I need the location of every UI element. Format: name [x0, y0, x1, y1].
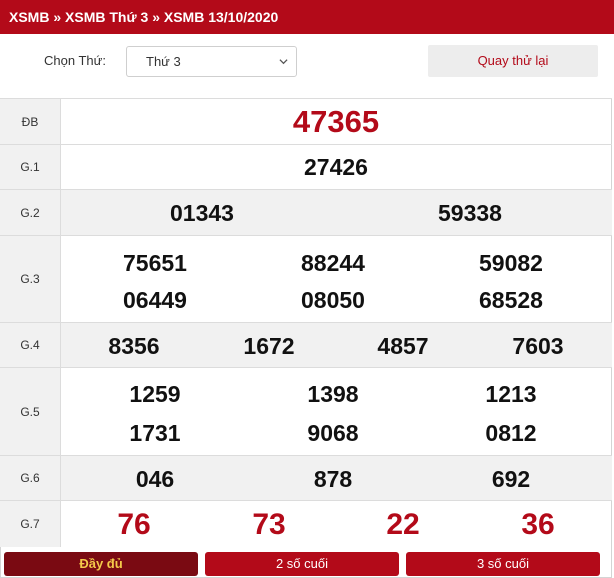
prize-number: 1213 — [485, 381, 537, 407]
prize-label: G.4 — [0, 323, 61, 367]
tab-full[interactable]: Đầy đủ — [4, 552, 198, 576]
prize-number: 73 — [252, 508, 286, 541]
prize-number: 47365 — [292, 104, 380, 139]
prize-number: 22 — [386, 508, 420, 541]
prize-number: 1398 — [307, 381, 359, 407]
breadcrumb-xsmb-thu3-link[interactable]: XSMB Thứ 3 — [65, 9, 148, 25]
tab-last-3-digits[interactable]: 3 số cuối — [406, 552, 600, 576]
prize-label: G.6 — [0, 456, 61, 500]
prize-row-g4: G.4 8356 1672 4857 7603 — [0, 323, 612, 368]
prize-number: 01343 — [170, 200, 234, 226]
prize-number: 08050 — [301, 287, 365, 313]
prize-label: G.7 — [0, 501, 61, 547]
prize-number: 68528 — [479, 287, 543, 313]
prize-number: 88244 — [301, 250, 365, 276]
breadcrumb-xsmb-link[interactable]: XSMB — [9, 9, 49, 25]
day-select-label: Chọn Thứ: — [44, 53, 106, 68]
prize-number: 06449 — [123, 287, 187, 313]
prize-number: 8356 — [108, 333, 160, 359]
chevron-down-icon — [279, 59, 288, 65]
prize-number: 0812 — [485, 420, 537, 446]
prize-number: 878 — [313, 466, 353, 492]
prize-number: 9068 — [307, 420, 359, 446]
prize-row-g2: G.2 01343 59338 — [0, 190, 612, 236]
prize-row-g7: G.7 76 73 22 36 — [0, 501, 612, 547]
prize-number: 59338 — [438, 200, 502, 226]
prize-row-g6: G.6 046 878 692 — [0, 456, 612, 501]
prize-row-g5: G.5 1259 1398 1213 1731 9068 0812 — [0, 368, 612, 456]
prize-number: 1259 — [129, 381, 181, 407]
prize-number: 27426 — [304, 154, 368, 180]
day-select-value: Thứ 3 — [146, 54, 181, 69]
prize-number: 1672 — [243, 333, 295, 359]
prize-label: G.3 — [0, 236, 61, 322]
prize-label: G.1 — [0, 145, 61, 189]
tab-last-2-digits[interactable]: 2 số cuối — [205, 552, 399, 576]
day-select[interactable]: Thứ 3 — [126, 46, 297, 77]
breadcrumb-separator: » — [53, 9, 66, 25]
prize-number: 76 — [117, 508, 151, 541]
retry-button[interactable]: Quay thử lại — [428, 45, 598, 77]
prize-number: 7603 — [512, 333, 564, 359]
breadcrumb-separator: » — [152, 9, 164, 25]
prize-label: G.5 — [0, 368, 61, 455]
breadcrumb: XSMB » XSMB Thứ 3 » XSMB 13/10/2020 — [0, 0, 614, 34]
breadcrumb-current-date[interactable]: XSMB 13/10/2020 — [164, 9, 278, 25]
prize-row-g3: G.3 75651 88244 59082 06449 08050 68528 — [0, 236, 612, 323]
prize-label: G.2 — [0, 190, 61, 235]
prize-number: 4857 — [377, 333, 429, 359]
prize-number: 75651 — [123, 250, 187, 276]
prize-number: 692 — [491, 466, 531, 492]
prize-label: ĐB — [0, 99, 61, 144]
controls-bar: Chọn Thứ: Thứ 3 Quay thử lại — [0, 34, 612, 99]
prize-number: 046 — [135, 466, 175, 492]
prize-number: 1731 — [129, 420, 181, 446]
prize-row-db: ĐB 47365 — [0, 99, 612, 145]
display-mode-tabs: Đầy đủ 2 số cuối 3 số cuối — [0, 547, 612, 578]
prize-number: 36 — [521, 508, 555, 541]
prize-row-g1: G.1 27426 — [0, 145, 612, 190]
prize-number: 59082 — [479, 250, 543, 276]
